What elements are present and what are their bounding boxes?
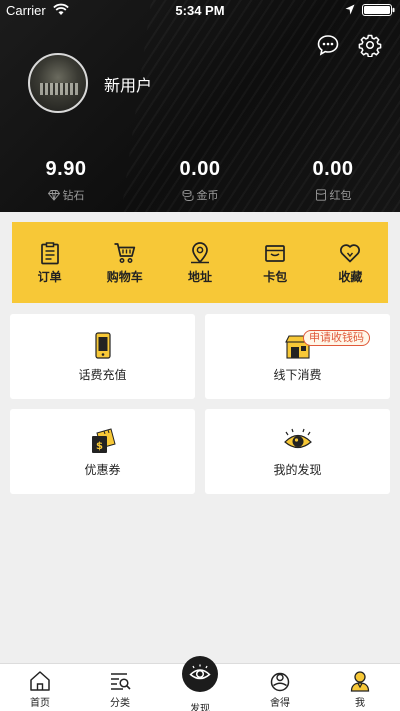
menu-item-favorites-label: 收藏 [338,270,363,284]
status-bar: Carrier 5:34 PM [0,0,400,20]
stat-gold-value: 0.00 [179,158,221,180]
tab-category[interactable]: 分类 [80,664,160,711]
stat-diamond-label: 钻石 [62,189,85,202]
location-arrow-icon [345,4,355,15]
stat-red-packet-label: 红包 [329,189,352,202]
menu-item-cart[interactable]: 购物车 [87,222,162,303]
menu-item-address-label: 地址 [188,270,213,284]
svg-text:$: $ [96,441,103,452]
card-phone-recharge[interactable]: 话费充值 [10,314,195,399]
card-my-discoveries[interactable]: 我的发现 [205,409,390,494]
red-packet-icon [315,189,326,201]
sharing-icon [270,672,290,692]
menu-item-orders-label: 订单 [37,270,62,284]
message-icon[interactable] [316,33,340,57]
status-time: 5:34 PM [175,3,225,18]
tab-me[interactable]: 我 [320,664,400,711]
category-search-icon [111,673,131,690]
card-coupon[interactable]: $ 优惠券 [10,409,195,494]
battery-icon [362,4,395,16]
stat-gold-label-row: 金币 [150,187,250,203]
tab-discover[interactable]: 发现 [160,656,240,711]
menu-item-card-wallet-label: 卡包 [263,270,288,284]
stat-gold-label: 金币 [196,189,219,202]
profile-header: Carrier 5:34 PM 新用户 9.90 钻石 0.00 金币 0.00… [0,0,400,212]
eye-icon [283,428,312,449]
tab-category-label: 分类 [110,698,130,709]
menu-item-orders[interactable]: 订单 [12,222,87,303]
card-coupon-label: 优惠券 [84,463,121,477]
stat-diamond-label-row: 钻石 [16,187,116,203]
menu-item-cart-label: 购物车 [106,270,143,284]
tab-me-label: 我 [355,698,365,709]
tab-home-label: 首页 [30,698,50,709]
stat-diamond-value: 9.90 [45,158,87,180]
card-offline-payment-label: 线下消费 [273,368,322,382]
menu-item-address[interactable]: 地址 [162,222,237,303]
wallet-icon [265,245,286,262]
card-offline-payment[interactable]: 线下消费 申请收钱码 [205,314,390,399]
stat-red-packet-label-row: 红包 [283,187,383,203]
coins-icon [182,189,193,201]
diamond-icon [47,190,60,201]
bottom-tab-bar: 首页 分类 发现 舍得 我 [0,656,400,711]
tab-home[interactable]: 首页 [0,664,80,711]
location-pin-icon [191,242,209,264]
eye-icon [189,664,211,680]
avatar[interactable] [28,53,88,113]
tab-sharing-label: 舍得 [270,698,290,709]
username[interactable]: 新用户 [104,72,152,96]
heart-icon [340,244,361,263]
stat-diamond[interactable]: 9.90 钻石 [16,158,116,203]
tab-discover-label: 发现 [190,704,210,711]
card-my-discoveries-label: 我的发现 [273,463,322,477]
phone-recharge-icon [94,332,111,359]
gear-icon[interactable] [358,33,382,57]
menu-item-favorites[interactable]: 收藏 [313,222,388,303]
stat-red-packet-value: 0.00 [312,158,354,180]
stat-gold[interactable]: 0.00 金币 [150,158,250,203]
apply-payment-code-badge[interactable]: 申请收钱码 [303,330,370,346]
coupon-icon: $ [91,428,116,453]
menu-item-card-wallet[interactable]: 卡包 [238,222,313,303]
stat-red-packet[interactable]: 0.00 红包 [283,158,383,203]
tab-discover-circle [182,656,218,692]
clipboard-icon [40,242,59,265]
cart-icon [114,243,135,263]
tab-sharing[interactable]: 舍得 [240,664,320,711]
home-icon [30,671,50,691]
quick-menu: 订单 购物车 地址 卡包 收藏 [12,222,388,303]
card-phone-recharge-label: 话费充值 [78,368,127,382]
person-icon [350,671,370,692]
